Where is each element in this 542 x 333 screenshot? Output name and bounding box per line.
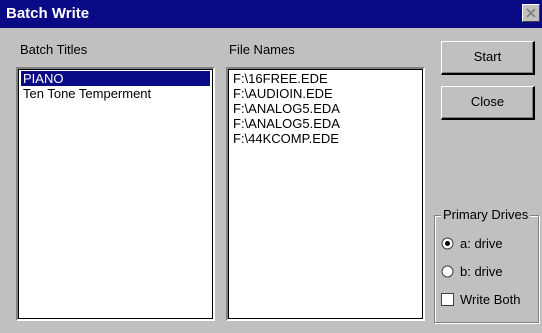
primary-drives-group: Primary Drives a: drive b: drive Write B… [434,207,539,323]
batch-titles-list[interactable]: PIANO Ten Tone Temperment [16,67,215,321]
file-name-item[interactable]: F:\AUDIOIN.EDE [231,86,420,101]
write-both-label: Write Both [460,291,521,307]
batch-write-dialog: Batch Write Batch Titles PIANO Ten Tone … [0,0,542,333]
start-button[interactable]: Start [441,41,535,75]
file-name-item[interactable]: F:\ANALOG5.EDA [231,116,420,131]
file-name-item[interactable]: F:\ANALOG5.EDA [231,101,420,116]
close-icon[interactable] [522,4,540,22]
batch-title-item-piano[interactable]: PIANO [21,71,210,86]
radio-selected-icon[interactable] [441,237,454,250]
window-title: Batch Write [6,5,90,22]
close-button[interactable]: Close [441,86,535,120]
batch-titles-label: Batch Titles [20,42,88,57]
file-name-item[interactable]: F:\44KCOMP.EDE [231,131,420,146]
file-name-item[interactable]: F:\16FREE.EDE [231,71,420,86]
radio-empty-icon[interactable] [441,265,454,278]
a-drive-label: a: drive [460,235,503,251]
write-both-option[interactable]: Write Both [441,290,520,308]
file-names-list[interactable]: F:\16FREE.EDE F:\AUDIOIN.EDE F:\ANALOG5.… [226,67,425,321]
title-bar[interactable]: Batch Write [0,0,542,28]
b-drive-label: b: drive [460,263,503,279]
a-drive-option[interactable]: a: drive [441,234,503,252]
primary-drives-title: Primary Drives [441,207,531,222]
checkbox-empty-icon[interactable] [441,292,454,306]
file-names-label: File Names [229,42,295,57]
batch-title-item-ten-tone[interactable]: Ten Tone Temperment [21,86,210,101]
b-drive-option[interactable]: b: drive [441,262,503,280]
